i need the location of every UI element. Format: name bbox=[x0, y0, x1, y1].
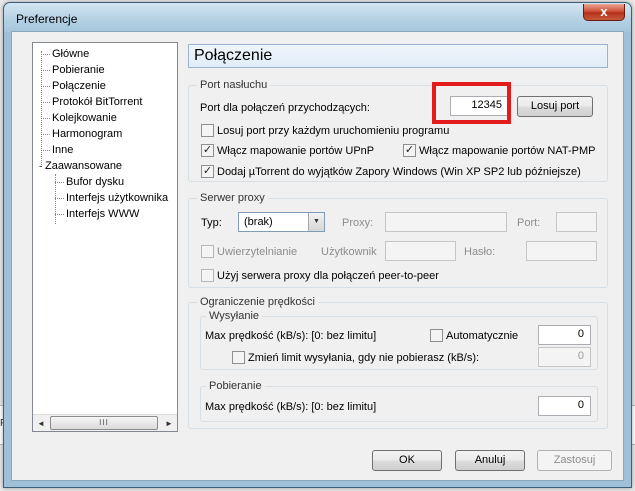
proxy-type-select[interactable]: (brak) ▼ bbox=[238, 212, 325, 232]
natpmp-label: Włącz mapowanie portów NAT-PMP bbox=[419, 145, 596, 157]
firewall-exception-label: Dodaj µTorrent do wyjątków Zapory Window… bbox=[217, 166, 581, 178]
scrollbar-thumb[interactable]: III bbox=[50, 416, 158, 430]
upload-auto-checkbox[interactable] bbox=[430, 329, 443, 342]
port-highlight-annotation bbox=[432, 82, 511, 124]
speed-limit-group-title: Ograniczenie prędkości bbox=[197, 296, 318, 309]
proxy-group-title: Serwer proxy bbox=[197, 192, 268, 205]
upnp-checkbox[interactable]: ✓ bbox=[201, 144, 214, 157]
proxy-port-label: Port: bbox=[517, 217, 541, 229]
tree-item-ui[interactable]: Interfejs użytkownika bbox=[55, 191, 177, 205]
window-title: Preferencje bbox=[16, 12, 78, 26]
firewall-exception-checkbox[interactable]: ✓ bbox=[201, 165, 214, 178]
proxy-address-input[interactable] bbox=[385, 212, 507, 232]
listen-port-group-title: Port nasłuchu bbox=[197, 79, 271, 92]
checkmark-icon: ✓ bbox=[202, 144, 213, 156]
close-button[interactable]: x bbox=[583, 4, 625, 21]
dialog-client-area: Główne Pobieranie Połączenie Protokół Bi… bbox=[11, 31, 624, 481]
proxy-auth-label: Uwierzytelnianie bbox=[217, 246, 298, 258]
page-title: Połączenie bbox=[194, 47, 273, 64]
preferences-dialog: Preferencje x Główne Pobieranie Połączen… bbox=[3, 2, 632, 488]
checkmark-icon: ✓ bbox=[404, 144, 415, 156]
proxy-user-label: Użytkownik bbox=[321, 246, 377, 258]
proxy-type-value: (brak) bbox=[244, 216, 273, 228]
ok-button[interactable]: OK bbox=[372, 450, 442, 471]
tree-item-webui[interactable]: Interfejs WWW bbox=[55, 207, 139, 221]
proxy-type-label: Typ: bbox=[201, 217, 222, 229]
upload-max-label: Max prędkość (kB/s): [0: bez limitu] bbox=[205, 330, 377, 342]
scrollbar-grip-icon: III bbox=[99, 418, 109, 427]
scroll-left-arrow-icon[interactable]: ◄ bbox=[34, 417, 48, 430]
upload-alt-limit-label: Zmień limit wysyłania, gdy nie pobierasz… bbox=[248, 352, 480, 364]
tree-item-general[interactable]: Główne bbox=[41, 47, 89, 61]
tree-item-scheduler[interactable]: Harmonogram bbox=[41, 127, 122, 141]
download-max-input[interactable]: 0 bbox=[538, 396, 591, 416]
settings-tree[interactable]: Główne Pobieranie Połączenie Protokół Bi… bbox=[32, 42, 178, 432]
tree-item-disk-cache[interactable]: Bufor dysku bbox=[55, 175, 124, 189]
random-port-each-start-checkbox[interactable] bbox=[201, 124, 214, 137]
random-port-each-start-label: Losuj port przy każdym uruchomieniu prog… bbox=[217, 125, 450, 137]
download-max-label: Max prędkość (kB/s): [0: bez limitu] bbox=[205, 401, 377, 413]
upload-auto-label: Automatycznie bbox=[446, 330, 519, 342]
proxy-p2p-label: Użyj serwera proxy dla połączeń peer-to-… bbox=[217, 270, 439, 282]
download-subgroup-title: Pobieranie bbox=[206, 380, 265, 393]
proxy-address-label: Proxy: bbox=[342, 217, 374, 229]
tree-item-connection[interactable]: Połączenie bbox=[41, 79, 106, 93]
checkmark-icon: ✓ bbox=[202, 165, 213, 177]
proxy-password-input[interactable] bbox=[526, 241, 597, 261]
chevron-down-icon[interactable]: ▼ bbox=[308, 213, 324, 231]
title-bar[interactable]: Preferencje x bbox=[4, 3, 631, 33]
upload-max-input[interactable]: 0 bbox=[538, 325, 591, 345]
apply-button[interactable]: Zastosuj bbox=[537, 450, 612, 471]
proxy-port-input[interactable] bbox=[556, 212, 597, 232]
tree-item-advanced[interactable]: - Zaawansowane bbox=[39, 159, 122, 173]
scroll-right-arrow-icon[interactable]: ► bbox=[162, 417, 176, 430]
random-port-button[interactable]: Losuj port bbox=[517, 96, 593, 117]
proxy-user-input[interactable] bbox=[385, 241, 456, 261]
tree-item-bittorrent[interactable]: Protokół BitTorrent bbox=[41, 95, 142, 109]
tree-item-downloading[interactable]: Pobieranie bbox=[41, 63, 105, 77]
tree-item-queueing[interactable]: Kolejkowanie bbox=[41, 111, 117, 125]
upload-alt-limit-input[interactable]: 0 bbox=[538, 347, 591, 367]
tree-item-other[interactable]: Inne bbox=[41, 143, 73, 157]
port-label: Port dla połączeń przychodzących: bbox=[200, 102, 370, 114]
page-title-bar: Połączenie bbox=[188, 44, 608, 68]
close-icon: x bbox=[600, 4, 608, 19]
proxy-p2p-checkbox[interactable] bbox=[201, 269, 214, 282]
cancel-button[interactable]: Anuluj bbox=[455, 450, 525, 471]
tree-horizontal-scrollbar[interactable]: ◄ III ► bbox=[33, 414, 177, 431]
proxy-auth-checkbox[interactable] bbox=[201, 245, 214, 258]
proxy-password-label: Hasło: bbox=[464, 246, 496, 258]
upload-subgroup-title: Wysyłanie bbox=[206, 310, 263, 323]
upnp-label: Włącz mapowanie portów UPnP bbox=[217, 145, 375, 157]
upload-alt-limit-checkbox[interactable] bbox=[232, 351, 245, 364]
natpmp-checkbox[interactable]: ✓ bbox=[403, 144, 416, 157]
collapse-icon[interactable]: - bbox=[39, 161, 42, 171]
